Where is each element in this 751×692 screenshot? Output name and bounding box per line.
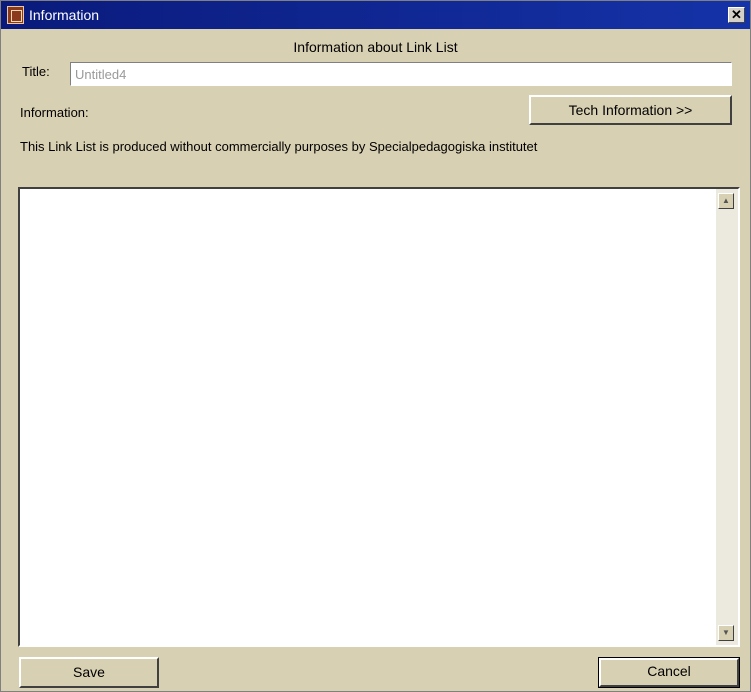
information-label: Information: [20,105,89,120]
title-label: Title: [22,64,50,79]
close-icon: ✕ [731,7,742,22]
dialog-heading: Information about Link List [293,39,458,55]
information-textarea[interactable]: ▲ ▼ [18,187,740,647]
title-input[interactable] [70,62,732,86]
description-text: This Link List is produced without comme… [20,139,538,154]
information-dialog: Information ✕ Information about Link Lis… [0,0,751,692]
save-button[interactable]: Save [19,657,159,688]
app-icon [7,6,24,24]
window-title: Information [29,7,100,23]
cancel-button-label: Cancel [647,663,691,679]
cancel-button[interactable]: Cancel [598,657,740,688]
vertical-scrollbar[interactable]: ▲ ▼ [716,189,738,645]
save-button-label: Save [73,664,105,680]
scroll-down-arrow-icon[interactable]: ▼ [718,625,734,641]
title-bar[interactable]: Information ✕ [1,1,750,29]
tech-information-button[interactable]: Tech Information >> [529,95,732,125]
scroll-up-arrow-icon[interactable]: ▲ [718,193,734,209]
close-button[interactable]: ✕ [728,7,745,23]
